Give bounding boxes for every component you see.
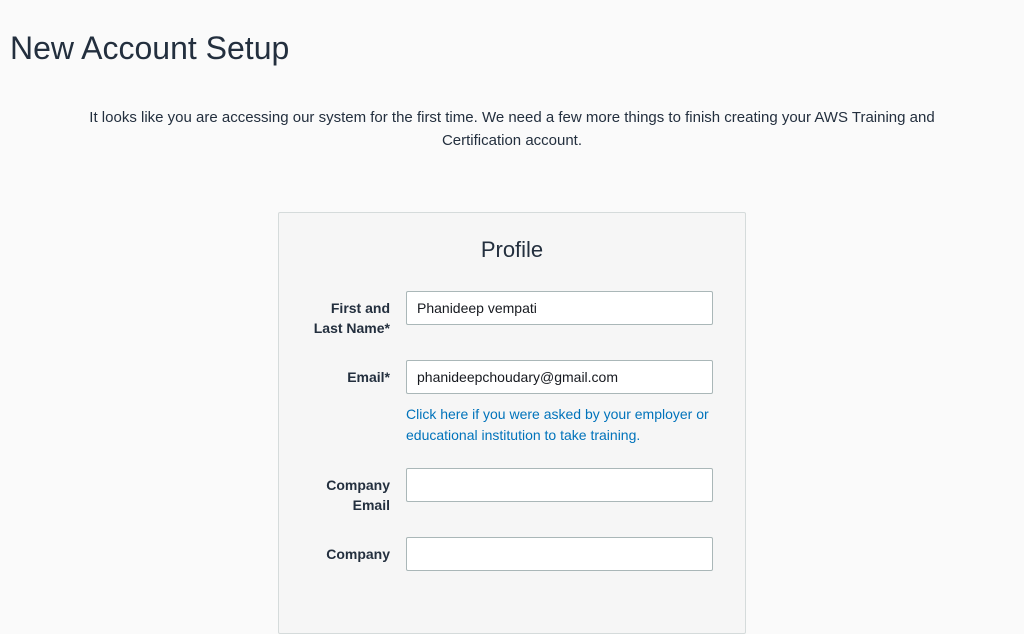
name-input[interactable]: [406, 291, 713, 325]
profile-heading: Profile: [311, 237, 713, 263]
form-row-email: Email* Click here if you were asked by y…: [311, 360, 713, 446]
email-input[interactable]: [406, 360, 713, 394]
company-label: Company: [311, 537, 406, 565]
company-email-label: Company Email: [311, 468, 406, 515]
form-row-company-email: Company Email: [311, 468, 713, 515]
page-title: New Account Setup: [0, 0, 1024, 67]
form-row-company: Company: [311, 537, 713, 571]
company-email-input[interactable]: [406, 468, 713, 502]
form-row-name: First and Last Name*: [311, 291, 713, 338]
email-label: Email*: [311, 360, 406, 388]
intro-text: It looks like you are accessing our syst…: [62, 67, 962, 152]
name-label: First and Last Name*: [311, 291, 406, 338]
company-input[interactable]: [406, 537, 713, 571]
email-help-link[interactable]: Click here if you were asked by your emp…: [406, 404, 713, 446]
profile-card: Profile First and Last Name* Email* Clic…: [278, 212, 746, 634]
